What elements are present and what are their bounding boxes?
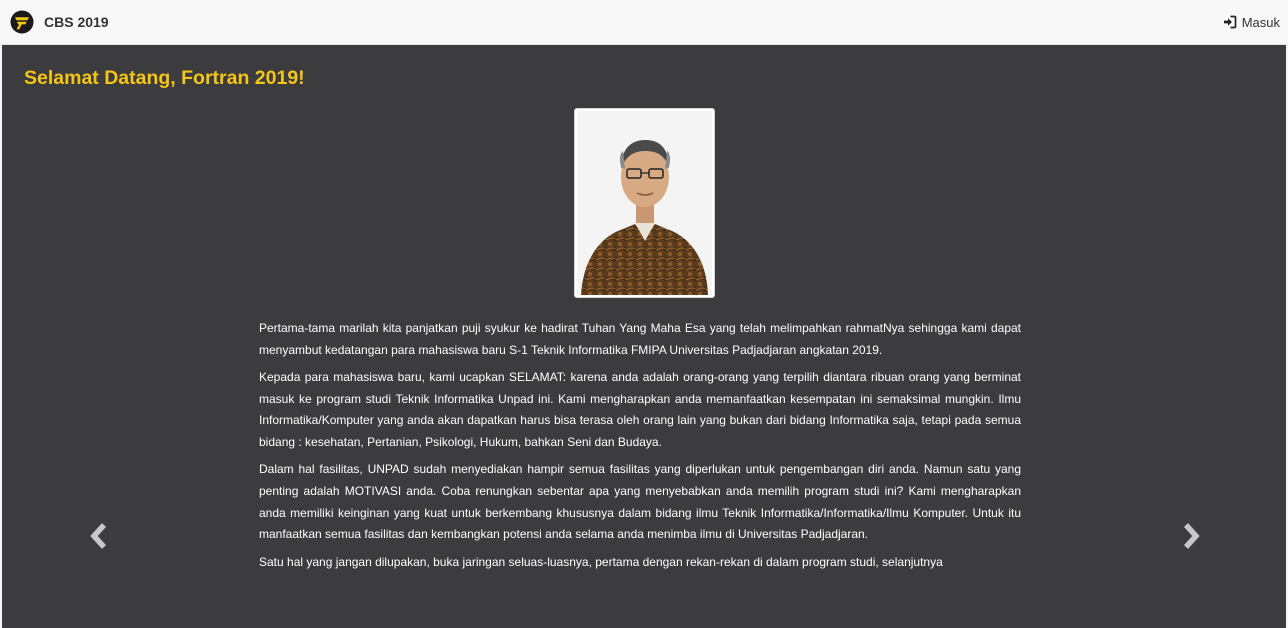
paragraph: Kepada para mahasiswa baru, kami ucapkan…: [259, 369, 1021, 450]
portrait-image: [577, 111, 712, 295]
main-section: Selamat Datang, Fortran 2019! Pertama-ta…: [2, 45, 1286, 628]
login-button[interactable]: Masuk: [1223, 15, 1280, 30]
login-label: Masuk: [1241, 14, 1280, 30]
sign-in-icon: [1223, 15, 1237, 29]
navbar: CBS 2019 Masuk: [0, 0, 1288, 45]
welcome-title: Selamat Datang, Fortran 2019!: [24, 67, 305, 89]
carousel-prev-button[interactable]: [84, 521, 114, 551]
chevron-left-icon: [90, 523, 107, 549]
paragraph: Dalam hal fasilitas, UNPAD sudah menyedi…: [259, 462, 1021, 542]
portrait-photo: [574, 108, 715, 298]
welcome-message: Pertama-tama marilah kita panjatkan puji…: [259, 318, 1021, 579]
paragraph: Satu hal yang jangan dilupakan, buka jar…: [259, 554, 943, 569]
carousel-next-button[interactable]: [1176, 521, 1206, 551]
brand[interactable]: CBS 2019: [10, 10, 109, 34]
brand-title: CBS 2019: [44, 14, 109, 30]
chevron-right-icon: [1183, 523, 1200, 549]
brand-logo-icon: [10, 10, 34, 34]
paragraph: Pertama-tama marilah kita panjatkan puji…: [259, 321, 1021, 357]
